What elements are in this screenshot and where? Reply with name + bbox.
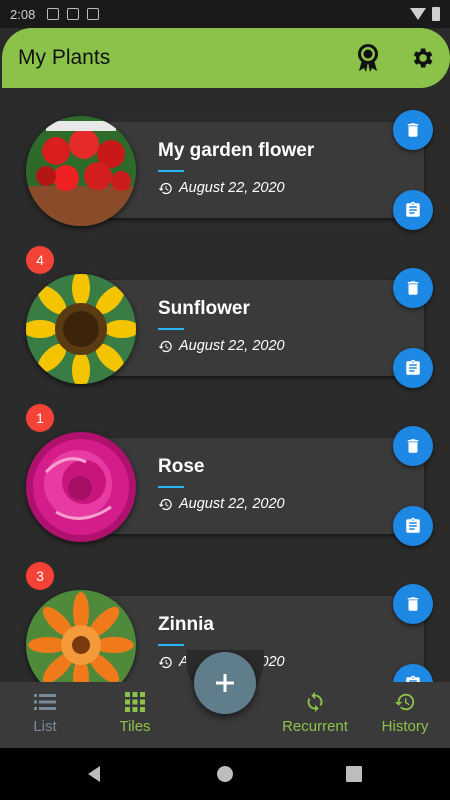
trash-icon [407,281,419,295]
plant-date: August 22, 2020 [158,180,285,196]
history-icon [158,498,172,510]
trash-icon [407,439,419,453]
plant-date: August 22, 2020 [158,496,285,512]
notification-icon [67,8,80,20]
plant-photo [26,274,136,384]
recents-icon[interactable] [342,762,366,786]
notes-button[interactable] [393,506,433,546]
nav-list-label: List [33,718,57,735]
plant-list: My garden flower August 22, 2020 4 Sunfl… [0,88,450,682]
delete-button[interactable] [393,426,433,466]
system-nav-bar [0,748,450,800]
app-bar: My Plants [2,28,450,88]
nav-history[interactable]: History [360,690,450,735]
add-plant-button[interactable] [194,652,256,714]
screen: 2:08 My Plants My garden flower August 2… [0,0,450,800]
clipboard-icon [406,359,420,375]
divider [158,486,184,488]
count-badge: 3 [26,562,54,590]
plant-name: Zinnia [158,614,214,635]
plus-icon [216,674,234,692]
plant-row[interactable]: My garden flower August 22, 2020 [0,88,450,246]
divider [158,170,184,172]
history-icon [158,182,172,194]
list-icon [34,694,56,710]
wifi-icon [410,8,426,20]
clipboard-icon [406,675,420,682]
notes-button[interactable] [393,348,433,388]
gear-icon[interactable] [408,44,436,72]
nav-tiles-label: Tiles [119,718,151,735]
nav-tiles[interactable]: Tiles [90,690,180,735]
delete-button[interactable] [393,584,433,624]
delete-button[interactable] [393,110,433,150]
nav-history-label: History [381,718,429,735]
divider [158,328,184,330]
plant-row[interactable]: 1 Rose August 22, 2020 [0,404,450,562]
plant-name: My garden flower [158,140,315,161]
battery-icon [432,7,440,21]
plant-name: Rose [158,456,205,477]
plant-row[interactable]: 4 Sunflower August 22, 2020 [0,246,450,404]
notes-button[interactable] [393,190,433,230]
history-icon [158,340,172,352]
status-time: 2:08 [10,6,36,22]
back-icon[interactable] [82,762,106,786]
nav-recurrent-label: Recurrent [282,718,348,735]
plant-date: August 22, 2020 [158,338,285,354]
plant-name: Sunflower [158,298,250,319]
history-icon [158,656,172,668]
nav-recurrent[interactable]: Recurrent [270,690,360,735]
shield-icon [47,8,60,20]
status-bar: 2:08 [0,0,450,28]
trash-icon [407,123,419,137]
plant-photo [26,432,136,542]
divider [158,644,184,646]
trash-icon [407,597,419,611]
delete-button[interactable] [393,268,433,308]
page-title: My Plants [18,46,111,69]
home-icon[interactable] [213,762,237,786]
grid-icon [125,692,145,712]
plant-photo [26,116,136,226]
count-badge: 1 [26,404,54,432]
award-icon[interactable] [354,44,382,72]
history-icon [394,693,415,711]
nav-list[interactable]: List [0,690,90,735]
clipboard-icon [406,201,420,217]
count-badge: 4 [26,246,54,274]
clipboard-icon [406,517,420,533]
refresh-icon [307,691,323,713]
sim-icon [87,8,100,20]
